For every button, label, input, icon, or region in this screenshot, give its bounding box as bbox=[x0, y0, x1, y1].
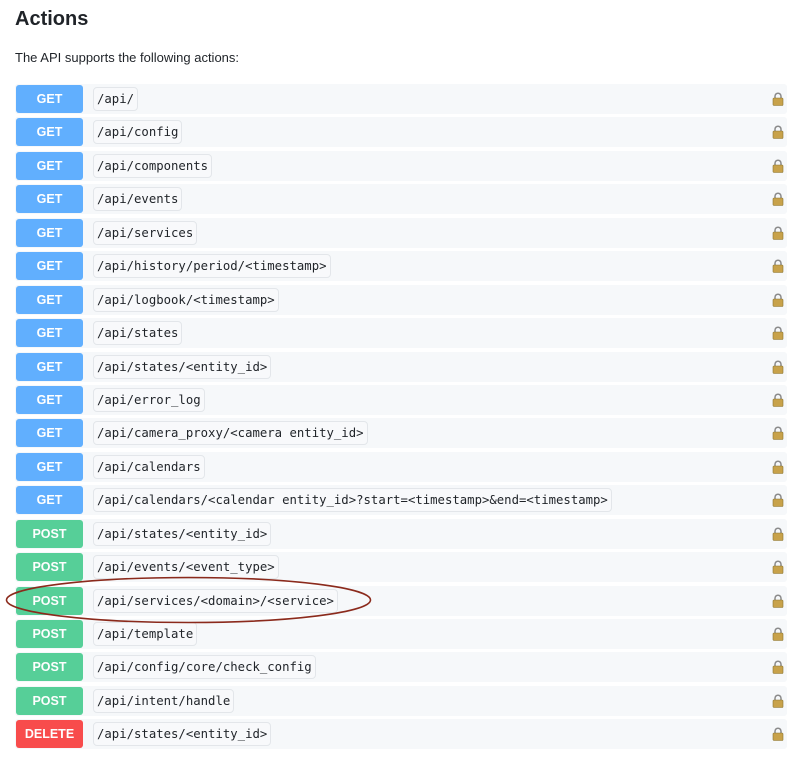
endpoint-path[interactable]: /api/calendars/<calendar entity_id>?star… bbox=[93, 488, 612, 513]
endpoint-row[interactable]: GET/api/error_log bbox=[15, 384, 787, 415]
endpoint-path[interactable]: /api/states/<entity_id> bbox=[93, 354, 272, 379]
lock-icon[interactable] bbox=[772, 493, 784, 508]
lock-icon[interactable] bbox=[772, 426, 784, 441]
lock-icon[interactable] bbox=[772, 293, 784, 307]
endpoint-path[interactable]: /api/camera_proxy/<camera entity_id> bbox=[93, 421, 368, 446]
method-badge-get[interactable]: GET bbox=[16, 486, 83, 515]
endpoint-row[interactable]: GET/api/camera_proxy/<camera entity_id> bbox=[15, 418, 787, 449]
endpoint-path[interactable]: /api/states bbox=[93, 321, 183, 346]
endpoint-row[interactable]: GET/api/history/period/<timestamp> bbox=[15, 251, 787, 282]
endpoint-list: GET/api/GET/api/config GET/api/components… bbox=[15, 84, 787, 753]
lock-icon[interactable] bbox=[772, 326, 784, 340]
endpoint-row[interactable]: GET/api/config bbox=[15, 117, 787, 148]
method-badge-get[interactable]: GET bbox=[16, 419, 83, 448]
endpoint-row[interactable]: GET/api/calendars/<calendar entity_id>?s… bbox=[15, 485, 787, 516]
endpoint-path[interactable]: /api/logbook/<timestamp> bbox=[93, 287, 279, 312]
page-title: Actions bbox=[15, 8, 89, 30]
method-badge-get[interactable]: GET bbox=[16, 285, 83, 314]
endpoint-path[interactable]: /api/events/<event_type> bbox=[93, 555, 279, 580]
lock-icon[interactable] bbox=[772, 393, 784, 407]
lock-icon[interactable] bbox=[772, 460, 784, 474]
method-badge-get[interactable]: GET bbox=[16, 218, 83, 247]
endpoint-path[interactable]: /api/template bbox=[93, 622, 198, 646]
endpoint-path[interactable]: /api/config bbox=[93, 120, 183, 145]
endpoint-row[interactable]: POST/api/services/<domain>/<service> bbox=[15, 585, 787, 616]
endpoint-row[interactable]: POST/api/template bbox=[15, 619, 787, 649]
lock-icon[interactable] bbox=[772, 660, 784, 675]
endpoint-path[interactable]: /api/error_log bbox=[93, 387, 205, 412]
endpoint-row[interactable]: GET/api/states bbox=[15, 318, 787, 349]
method-badge-post[interactable]: POST bbox=[16, 586, 83, 615]
method-badge-delete[interactable]: DELETE bbox=[16, 720, 83, 749]
endpoint-path[interactable]: /api/history/period/<timestamp> bbox=[93, 254, 331, 279]
endpoint-row[interactable]: GET/api/ bbox=[15, 84, 787, 114]
endpoint-row[interactable]: GET/api/states/<entity_id> bbox=[15, 351, 787, 382]
method-badge-post[interactable]: POST bbox=[16, 553, 83, 582]
lock-icon[interactable] bbox=[772, 527, 784, 541]
lock-icon[interactable] bbox=[772, 192, 784, 207]
method-badge-get[interactable]: GET bbox=[16, 452, 83, 481]
intro-text: The API supports the following actions: bbox=[15, 50, 240, 65]
endpoint-row[interactable]: GET/api/components bbox=[15, 150, 787, 181]
endpoint-path[interactable]: /api/services bbox=[93, 220, 198, 245]
endpoint-path[interactable]: /api/components bbox=[93, 153, 213, 178]
endpoint-row[interactable]: POST/api/intent/handle bbox=[15, 685, 787, 716]
endpoint-path[interactable]: /api/states/<entity_id> bbox=[93, 722, 272, 747]
method-badge-get[interactable]: GET bbox=[16, 352, 83, 381]
endpoint-path[interactable]: /api/states/<entity_id> bbox=[93, 521, 272, 546]
lock-icon[interactable] bbox=[772, 159, 784, 173]
method-badge-get[interactable]: GET bbox=[16, 151, 83, 180]
endpoint-path[interactable]: /api/services/<domain>/<service> bbox=[93, 588, 338, 613]
lock-icon[interactable] bbox=[772, 92, 784, 106]
endpoint-row[interactable]: GET/api/services bbox=[15, 217, 787, 248]
method-badge-get[interactable]: GET bbox=[16, 319, 83, 348]
lock-icon[interactable] bbox=[772, 226, 784, 240]
lock-icon[interactable] bbox=[772, 560, 784, 574]
endpoint-path[interactable]: /api/config/core/check_config bbox=[93, 655, 316, 680]
endpoint-row[interactable]: POST/api/states/<entity_id> bbox=[15, 518, 787, 549]
endpoint-path[interactable]: /api/calendars bbox=[93, 454, 205, 479]
lock-icon[interactable] bbox=[772, 259, 784, 273]
endpoint-path[interactable]: /api/ bbox=[93, 87, 139, 111]
lock-icon[interactable] bbox=[772, 694, 784, 708]
method-badge-post[interactable]: POST bbox=[16, 686, 83, 715]
method-badge-get[interactable]: GET bbox=[16, 85, 83, 113]
lock-icon[interactable] bbox=[772, 360, 784, 374]
lock-icon[interactable] bbox=[772, 727, 784, 742]
endpoint-path[interactable]: /api/events bbox=[93, 187, 183, 212]
method-badge-post[interactable]: POST bbox=[16, 519, 83, 548]
method-badge-get[interactable]: GET bbox=[16, 252, 83, 281]
endpoint-row[interactable]: POST/api/config/core/check_config bbox=[15, 652, 787, 683]
endpoint-row[interactable]: GET/api/calendars bbox=[15, 451, 787, 482]
endpoint-row[interactable]: POST/api/events/<event_type> bbox=[15, 552, 787, 583]
method-badge-post[interactable]: POST bbox=[16, 653, 83, 682]
endpoint-row[interactable]: GET/api/logbook/<timestamp> bbox=[15, 284, 787, 315]
method-badge-post[interactable]: POST bbox=[16, 620, 83, 648]
lock-icon[interactable] bbox=[772, 627, 784, 641]
lock-icon[interactable] bbox=[772, 125, 784, 140]
method-badge-get[interactable]: GET bbox=[16, 385, 83, 414]
method-badge-get[interactable]: GET bbox=[16, 118, 83, 147]
lock-icon[interactable] bbox=[772, 594, 784, 608]
endpoint-row[interactable]: GET/api/events bbox=[15, 184, 787, 215]
endpoint-row[interactable]: DELETE/api/states/<entity_id> bbox=[15, 719, 787, 750]
method-badge-get[interactable]: GET bbox=[16, 185, 83, 214]
endpoint-path[interactable]: /api/intent/handle bbox=[93, 688, 235, 713]
